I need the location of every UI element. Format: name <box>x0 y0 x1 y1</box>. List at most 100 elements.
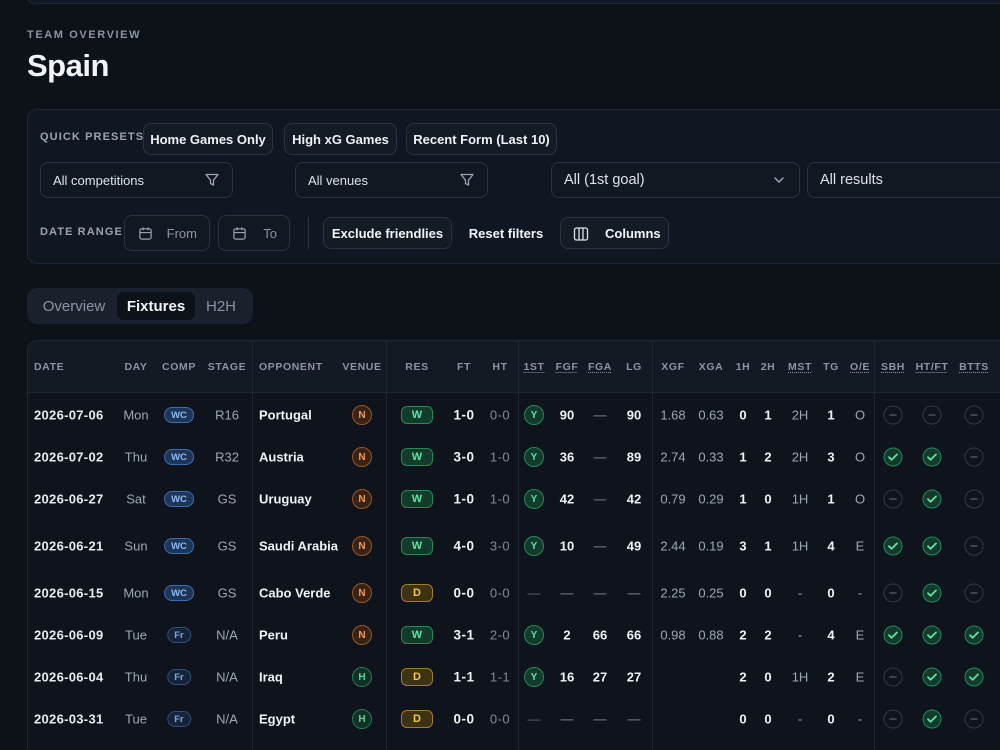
opponent-name[interactable]: Iraq <box>259 670 283 685</box>
col-res[interactable]: RES <box>405 361 428 373</box>
col-1h[interactable]: 1H <box>736 361 751 373</box>
fixture-day: Tue <box>125 627 147 643</box>
first-goal-against: — <box>593 407 607 423</box>
opponent-name[interactable]: Saudi Arabia <box>259 539 338 554</box>
first-goal: — <box>527 585 541 601</box>
result-badge: W <box>401 448 433 466</box>
first-half-goals: 2 <box>739 627 747 643</box>
first-goal-badge: Y <box>524 667 544 687</box>
venue-select[interactable]: All venues <box>295 162 488 198</box>
col-oe[interactable]: O/E <box>850 361 870 373</box>
first-half-goals: 1 <box>739 449 747 465</box>
first-goal-for: — <box>560 585 574 601</box>
col-ht[interactable]: HT <box>492 361 507 373</box>
minus-circle-icon <box>883 405 903 425</box>
col-lg[interactable]: LG <box>626 361 642 373</box>
col-2h[interactable]: 2H <box>761 361 776 373</box>
col-stage[interactable]: STAGE <box>208 361 246 373</box>
first-half-goals: 0 <box>739 711 747 727</box>
half-time-score: 3-0 <box>489 538 511 554</box>
filter-icon <box>460 173 474 186</box>
col-ft[interactable]: FT <box>457 361 471 373</box>
first-goal-for: 42 <box>559 491 575 507</box>
opponent-name[interactable]: Cabo Verde <box>259 586 331 601</box>
total-goals: 4 <box>827 627 835 643</box>
first-goal-select[interactable]: All (1st goal) <box>551 162 800 198</box>
minus-circle-icon <box>964 447 984 467</box>
calendar-icon <box>233 227 246 240</box>
divider <box>308 217 309 249</box>
col-xga[interactable]: XGA <box>699 361 724 373</box>
result-badge: D <box>401 584 433 602</box>
competition-select[interactable]: All competitions <box>40 162 233 198</box>
fixture-stage: R32 <box>215 449 239 465</box>
opponent-name[interactable]: Uruguay <box>259 492 312 507</box>
opponent-name[interactable]: Portugal <box>259 408 312 423</box>
opponent-name[interactable]: Austria <box>259 450 304 465</box>
columns-icon <box>573 227 589 241</box>
fixture-day: Thu <box>124 669 148 685</box>
first-goal-against: — <box>593 449 607 465</box>
results-select[interactable]: All results <box>807 162 1000 198</box>
odd-even: O <box>854 407 866 423</box>
fixture-day: Thu <box>124 449 148 465</box>
col-mst[interactable]: MST <box>788 361 812 373</box>
venue-badge: N <box>352 489 372 509</box>
preset-recent-form[interactable]: Recent Form (Last 10) <box>406 123 557 155</box>
reset-filters-button[interactable]: Reset filters <box>460 217 552 249</box>
col-first[interactable]: 1ST <box>523 361 544 373</box>
col-tg[interactable]: TG <box>823 361 839 373</box>
tab-overview[interactable]: Overview <box>31 292 117 320</box>
col-fga[interactable]: FGA <box>588 361 612 373</box>
exclude-friendlies-button[interactable]: Exclude friendlies <box>323 217 452 249</box>
column-divider <box>518 341 519 750</box>
check-circle-icon <box>922 583 942 603</box>
competition-badge: Fr <box>167 711 191 727</box>
fixture-date: 2026-07-06 <box>34 407 104 423</box>
result-badge: W <box>401 490 433 508</box>
col-xgf[interactable]: XGF <box>661 361 684 373</box>
col-sbh[interactable]: SBH <box>881 361 905 373</box>
half-time-score: 0-0 <box>489 585 511 601</box>
tab-fixtures[interactable]: Fixtures <box>117 292 195 320</box>
tab-h2h[interactable]: H2H <box>195 292 247 320</box>
preset-home-games[interactable]: Home Games Only <box>143 123 273 155</box>
last-goal: 90 <box>626 407 642 423</box>
col-htft[interactable]: HT/FT <box>916 361 949 373</box>
calendar-icon <box>139 227 152 240</box>
opponent-name[interactable]: Egypt <box>259 712 295 727</box>
date-to-input[interactable]: To <box>218 215 290 251</box>
minus-circle-icon <box>964 709 984 729</box>
col-opponent[interactable]: OPPONENT <box>259 361 323 373</box>
full-time-score: 0-0 <box>453 711 475 727</box>
col-comp[interactable]: COMP <box>162 361 196 373</box>
col-date[interactable]: DATE <box>34 361 64 373</box>
xg-for: 0.98 <box>660 627 686 643</box>
column-divider <box>252 341 253 750</box>
first-goal-against: — <box>593 538 607 554</box>
col-day[interactable]: DAY <box>124 361 147 373</box>
col-btts[interactable]: BTTS <box>959 361 989 373</box>
odd-even: O <box>854 491 866 507</box>
preset-high-xg[interactable]: High xG Games <box>284 123 397 155</box>
quick-presets-label: QUICK PRESETS <box>40 131 145 143</box>
opponent-name[interactable]: Peru <box>259 628 288 643</box>
second-half-goals: 2 <box>764 627 772 643</box>
fixture-stage: GS <box>217 585 237 601</box>
col-fgf[interactable]: FGF <box>556 361 579 373</box>
total-goals: 1 <box>827 491 835 507</box>
first-goal-against: 66 <box>592 627 608 643</box>
col-venue[interactable]: VENUE <box>342 361 381 373</box>
second-half-goals: 0 <box>764 491 772 507</box>
date-from-input[interactable]: From <box>124 215 210 251</box>
minus-circle-icon <box>883 583 903 603</box>
date-to-placeholder: To <box>263 226 277 241</box>
half-time-score: 1-0 <box>489 449 511 465</box>
xg-for: 2.44 <box>660 538 686 554</box>
minus-circle-icon <box>964 536 984 556</box>
result-badge: W <box>401 537 433 555</box>
venue-badge: N <box>352 405 372 425</box>
fixture-stage: N/A <box>216 711 238 727</box>
columns-button[interactable]: Columns <box>560 217 669 249</box>
result-badge: W <box>401 626 433 644</box>
